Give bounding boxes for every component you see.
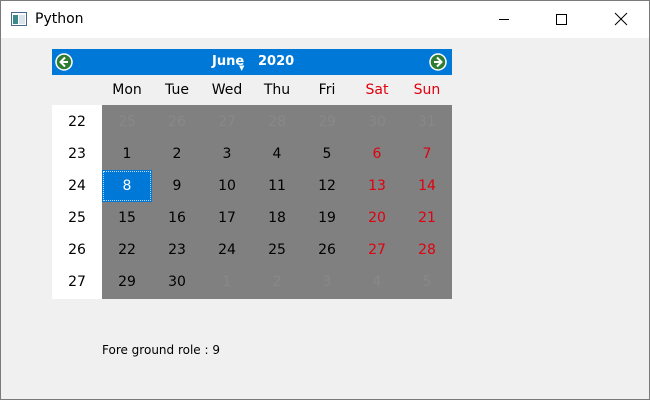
day-header-row: Mon Tue Wed Thu Fri Sat Sun — [52, 75, 452, 105]
day-cell[interactable]: 16 — [152, 202, 202, 234]
day-cell[interactable]: 17 — [202, 202, 252, 234]
day-grid: 25 26 27 28 29 30 31 1 2 3 4 5 6 7 8 9 1… — [102, 105, 452, 299]
day-cell-other-month[interactable]: 31 — [402, 106, 452, 138]
day-cell[interactable]: 1 — [102, 138, 152, 170]
year-selector[interactable]: 2020 — [258, 54, 294, 69]
day-cell[interactable]: 12 — [302, 170, 352, 202]
maximize-icon — [556, 14, 567, 25]
calendar-navigation-bar: June ▼ 2020 — [52, 49, 452, 75]
week-number: 22 — [68, 114, 86, 130]
day-cell-other-month[interactable]: 28 — [252, 106, 302, 138]
day-cell[interactable]: 23 — [152, 234, 202, 266]
day-cell[interactable]: 25 — [252, 234, 302, 266]
day-cell-weekend[interactable]: 14 — [402, 170, 452, 202]
minimize-icon — [499, 19, 509, 20]
day-cell-other-month[interactable]: 2 — [252, 266, 302, 298]
day-header: Fri — [318, 82, 336, 98]
close-icon — [614, 12, 628, 26]
arrow-left-icon — [55, 53, 73, 71]
day-cell[interactable]: 26 — [302, 234, 352, 266]
day-cell[interactable]: 2 — [152, 138, 202, 170]
day-cell[interactable]: 5 — [302, 138, 352, 170]
calendar-widget[interactable]: June ▼ 2020 Mon Tue Wed Thu Fri Sat Sun … — [52, 49, 452, 299]
week-number: 25 — [68, 210, 86, 226]
day-cell-other-month[interactable]: 3 — [302, 266, 352, 298]
day-header: Sat — [365, 82, 389, 98]
week-number: 24 — [68, 178, 86, 194]
day-cell-weekend[interactable]: 21 — [402, 202, 452, 234]
window-title: Python — [35, 11, 84, 27]
day-cell-selected[interactable]: 8 — [102, 170, 152, 202]
day-cell-weekend[interactable]: 13 — [352, 170, 402, 202]
week-number-column: 22 23 24 25 26 27 — [52, 105, 102, 299]
day-cell[interactable]: 3 — [202, 138, 252, 170]
python-window-icon — [11, 12, 27, 26]
day-cell[interactable]: 24 — [202, 234, 252, 266]
week-number: 26 — [68, 242, 86, 258]
close-button[interactable] — [596, 1, 642, 38]
maximize-button[interactable] — [538, 1, 584, 38]
day-cell-other-month[interactable]: 27 — [202, 106, 252, 138]
day-cell-other-month[interactable]: 5 — [402, 266, 452, 298]
day-cell[interactable]: 18 — [252, 202, 302, 234]
foreground-role-label: Fore ground role : 9 — [102, 343, 220, 357]
day-cell[interactable]: 11 — [252, 170, 302, 202]
day-cell[interactable]: 15 — [102, 202, 152, 234]
app-window: Python June ▼ 2020 Mon Tue Wed Thu Fri S… — [0, 0, 650, 400]
day-cell-weekend[interactable]: 27 — [352, 234, 402, 266]
day-cell[interactable]: 19 — [302, 202, 352, 234]
day-cell-weekend[interactable]: 7 — [402, 138, 452, 170]
day-header: Mon — [112, 82, 142, 98]
day-cell-other-month[interactable]: 29 — [302, 106, 352, 138]
day-cell[interactable]: 29 — [102, 266, 152, 298]
day-cell[interactable]: 22 — [102, 234, 152, 266]
day-cell-weekend[interactable]: 6 — [352, 138, 402, 170]
minimize-button[interactable] — [481, 1, 527, 38]
arrow-right-icon — [429, 53, 447, 71]
day-cell-other-month[interactable]: 26 — [152, 106, 202, 138]
day-cell[interactable]: 10 — [202, 170, 252, 202]
day-cell[interactable]: 9 — [152, 170, 202, 202]
day-cell-other-month[interactable]: 25 — [102, 106, 152, 138]
week-number: 23 — [68, 146, 86, 162]
day-cell[interactable]: 30 — [152, 266, 202, 298]
day-header: Thu — [263, 82, 291, 98]
day-cell[interactable]: 4 — [252, 138, 302, 170]
week-number: 27 — [68, 274, 86, 290]
day-cell-weekend[interactable]: 20 — [352, 202, 402, 234]
title-bar[interactable]: Python — [1, 1, 649, 38]
day-cell-other-month[interactable]: 30 — [352, 106, 402, 138]
day-cell-weekend[interactable]: 28 — [402, 234, 452, 266]
day-header: Wed — [211, 82, 243, 98]
month-dropdown-icon[interactable]: ▼ — [239, 64, 244, 72]
day-cell-other-month[interactable]: 1 — [202, 266, 252, 298]
day-header: Tue — [165, 82, 189, 98]
day-cell-other-month[interactable]: 4 — [352, 266, 402, 298]
previous-month-button[interactable] — [54, 52, 74, 72]
next-month-button[interactable] — [428, 52, 448, 72]
day-header: Sun — [413, 82, 441, 98]
